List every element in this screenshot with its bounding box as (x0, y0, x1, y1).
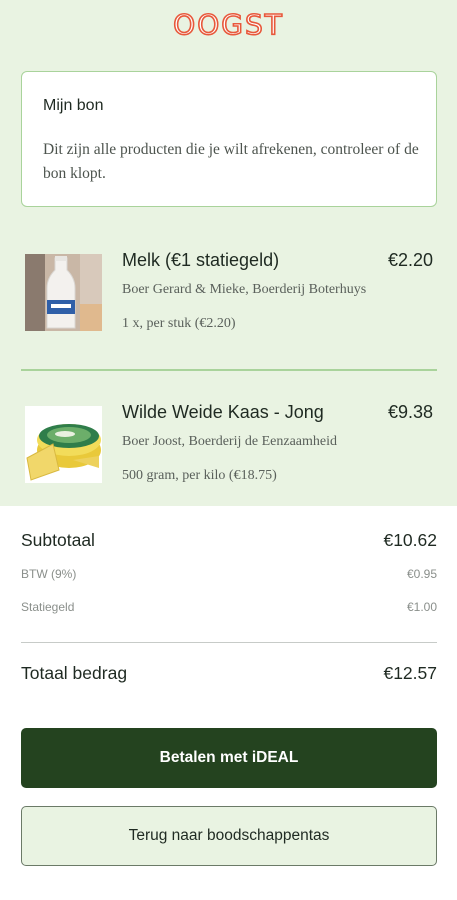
product-item[interactable]: Melk (€1 statiegeld) €2.20 Boer Gerard &… (0, 250, 457, 350)
product-divider (21, 369, 437, 371)
subtotal-label: Subtotaal (21, 530, 95, 550)
product-name: Melk (€1 statiegeld) (122, 250, 280, 270)
cheese-image (25, 406, 102, 483)
product-farm: Boer Gerard & Mieke, Boerderij Boterhuys (122, 282, 367, 297)
receipt-products-section: OOGST Mijn bon Dit zijn alle producten d… (0, 0, 457, 506)
btw-label: BTW (9%) (21, 567, 77, 581)
btw-value: €0.95 (406, 567, 437, 581)
product-quantity: 1 x, per stuk (€2.20) (122, 316, 236, 331)
back-to-bag-button[interactable]: Terug naar boodschappentas (21, 806, 437, 866)
product-quantity: 500 gram, per kilo (€18.75) (122, 468, 277, 483)
pay-ideal-button[interactable]: Betalen met iDEAL (21, 728, 437, 788)
total-value: €12.57 (383, 663, 437, 683)
product-item[interactable]: Wilde Weide Kaas - Jong €9.38 Boer Joost… (0, 402, 457, 502)
product-farm: Boer Joost, Boerderij de Eenzaamheid (122, 434, 337, 449)
receipt-title: Mijn bon (43, 97, 104, 114)
product-price: €2.20 (387, 250, 433, 270)
deposit-value: €1.00 (406, 600, 437, 614)
subtotal-value: €10.62 (383, 530, 437, 550)
milk-bottle-image (25, 254, 102, 331)
receipt-info-card: Mijn bon Dit zijn alle producten die je … (21, 71, 437, 207)
receipt-description: Dit zijn alle producten die je wilt afre… (43, 141, 419, 182)
total-label: Totaal bedrag (21, 663, 128, 683)
product-price: €9.38 (387, 402, 433, 422)
summary-divider (21, 642, 437, 643)
product-name: Wilde Weide Kaas - Jong (122, 402, 324, 422)
deposit-label: Statiegeld (21, 600, 75, 614)
oogst-logo: OOGST (172, 7, 284, 42)
